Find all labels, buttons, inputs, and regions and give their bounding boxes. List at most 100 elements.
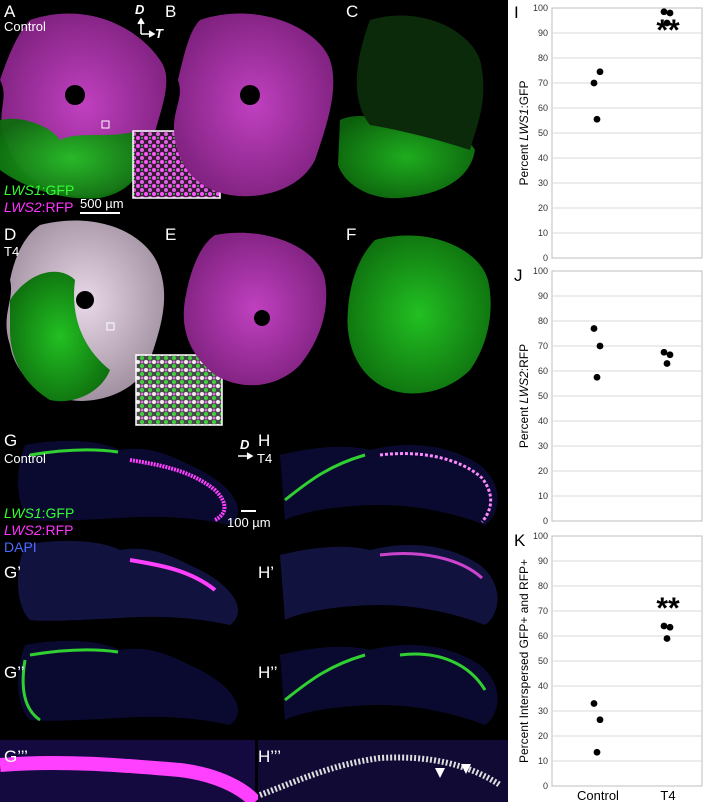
y-tick-label: 90 — [538, 291, 548, 301]
significance-annotation: ** — [656, 14, 680, 47]
x-tick-label: T4 — [660, 788, 675, 802]
section-G2 — [18, 640, 239, 725]
data-point — [593, 115, 601, 123]
panel-label-h1: H’ — [258, 563, 275, 582]
panel-label-g2: G’’ — [4, 663, 25, 682]
y-tick-label: 40 — [538, 681, 548, 691]
y-tick-label: 0 — [543, 516, 548, 526]
y-tick-label: 10 — [538, 756, 548, 766]
axis-label-temporal: T — [155, 26, 163, 41]
section-H1 — [280, 545, 498, 625]
condition-label-control-g: Control — [4, 451, 46, 466]
y-tick-label: 0 — [543, 781, 548, 791]
whole-retina-C — [338, 15, 484, 199]
y-tick-label: 0 — [543, 253, 548, 263]
axis-label-dorsal-h: D — [240, 437, 250, 452]
y-tick-label: 50 — [538, 128, 548, 138]
y-tick-label: 60 — [538, 631, 548, 641]
section-G1 — [18, 540, 239, 625]
condition-label-t4-d: T4 — [4, 244, 20, 259]
y-tick-label: 10 — [538, 491, 548, 501]
data-point — [596, 68, 604, 76]
legend-dapi: DAPI — [4, 539, 37, 555]
scale-label-100: 100 µm — [227, 515, 271, 530]
legend-rfp: LWS2:RFP — [4, 199, 74, 215]
y-tick-label: 40 — [538, 416, 548, 426]
x-tick-label: Control — [577, 788, 619, 802]
y-tick-label: 40 — [538, 153, 548, 163]
panel-label-g: G — [4, 431, 18, 450]
panel-label-g3: G’’’ — [4, 747, 28, 766]
panel-label-h2: H’’ — [258, 663, 278, 682]
panel-label-g1: G’ — [4, 563, 21, 582]
legend-rfp-section: LWS2:RFP — [4, 522, 74, 538]
y-tick-label: 70 — [538, 78, 548, 88]
y-tick-label: 80 — [538, 53, 548, 63]
y-tick-label: 100 — [533, 531, 548, 541]
legend-gfp-section: LWS1:GFP — [4, 505, 75, 521]
y-tick-label: 60 — [538, 103, 548, 113]
scatter-plots: 0 10 20 30 40 50 60 70 80 90 100 I Percent LWS1:GFP *… — [510, 0, 708, 803]
y-tick-label: 20 — [538, 466, 548, 476]
significance-annotation: ** — [656, 592, 680, 625]
section-G3 — [0, 740, 261, 807]
section-H2 — [280, 645, 498, 725]
y-tick-label: 100 — [533, 266, 548, 276]
microscopy-figure: A Control B C D T LWS1:GFP LWS2:RFP 500 … — [0, 0, 508, 807]
y-axis-label: Percent LWS2:RFP — [517, 344, 531, 448]
panel-label-i: I — [514, 3, 519, 22]
data-point — [593, 748, 601, 756]
panel-label-j: J — [514, 266, 523, 285]
y-tick-label: 60 — [538, 366, 548, 376]
y-tick-label: 90 — [538, 28, 548, 38]
y-tick-label: 30 — [538, 441, 548, 451]
whole-retina-B — [173, 13, 334, 197]
whole-retina-F — [347, 235, 491, 394]
data-point — [590, 700, 598, 707]
data-point — [666, 351, 674, 359]
panel-label-a: A — [4, 2, 16, 21]
orientation-arrows-dt — [137, 17, 156, 38]
y-tick-label: 30 — [538, 706, 548, 716]
panel-label-h: H — [258, 431, 271, 450]
y-tick-label: 80 — [538, 581, 548, 591]
data-point — [663, 635, 671, 642]
microscopy-images — [0, 13, 508, 807]
panel-label-b: B — [165, 2, 177, 21]
section-H — [280, 445, 498, 525]
y-tick-label: 50 — [538, 391, 548, 401]
data-point — [590, 325, 598, 332]
whole-retina-E — [183, 232, 327, 386]
legend-gfp: LWS1:GFP — [4, 182, 75, 198]
panel-label-h3: H’’’ — [258, 747, 281, 766]
panel-label-f: F — [346, 225, 357, 244]
y-axis-label: Percent LWS1:GFP — [517, 81, 531, 186]
y-tick-label: 50 — [538, 656, 548, 666]
axis-label-dorsal: D — [135, 2, 145, 17]
condition-label-control: Control — [4, 19, 46, 34]
section-H3 — [258, 740, 508, 802]
data-point — [596, 342, 604, 350]
y-tick-label: 90 — [538, 556, 548, 566]
y-tick-label: 30 — [538, 178, 548, 188]
scatter-plots-svg: 0102030405060708090100IPercent LWS1:GFP*… — [514, 3, 703, 803]
panel-label-d: D — [4, 225, 17, 244]
y-tick-label: 70 — [538, 341, 548, 351]
data-point — [596, 716, 604, 724]
panel-label-e: E — [165, 225, 177, 244]
scale-label-500: 500 µm — [80, 196, 124, 211]
y-tick-label: 10 — [538, 228, 548, 238]
panel-label-k: K — [514, 531, 526, 550]
y-tick-label: 20 — [538, 731, 548, 741]
orientation-arrow-d — [238, 452, 254, 460]
data-point — [663, 360, 671, 367]
y-tick-label: 80 — [538, 316, 548, 326]
condition-label-t4-h: T4 — [257, 451, 273, 466]
y-tick-label: 20 — [538, 203, 548, 213]
data-point — [590, 79, 598, 87]
y-tick-label: 70 — [538, 606, 548, 616]
data-point — [660, 348, 668, 356]
panel-label-c: C — [346, 2, 359, 21]
y-tick-label: 100 — [533, 3, 548, 13]
y-axis-label: Percent Interspersed GFP+ and RFP+ — [517, 559, 531, 763]
